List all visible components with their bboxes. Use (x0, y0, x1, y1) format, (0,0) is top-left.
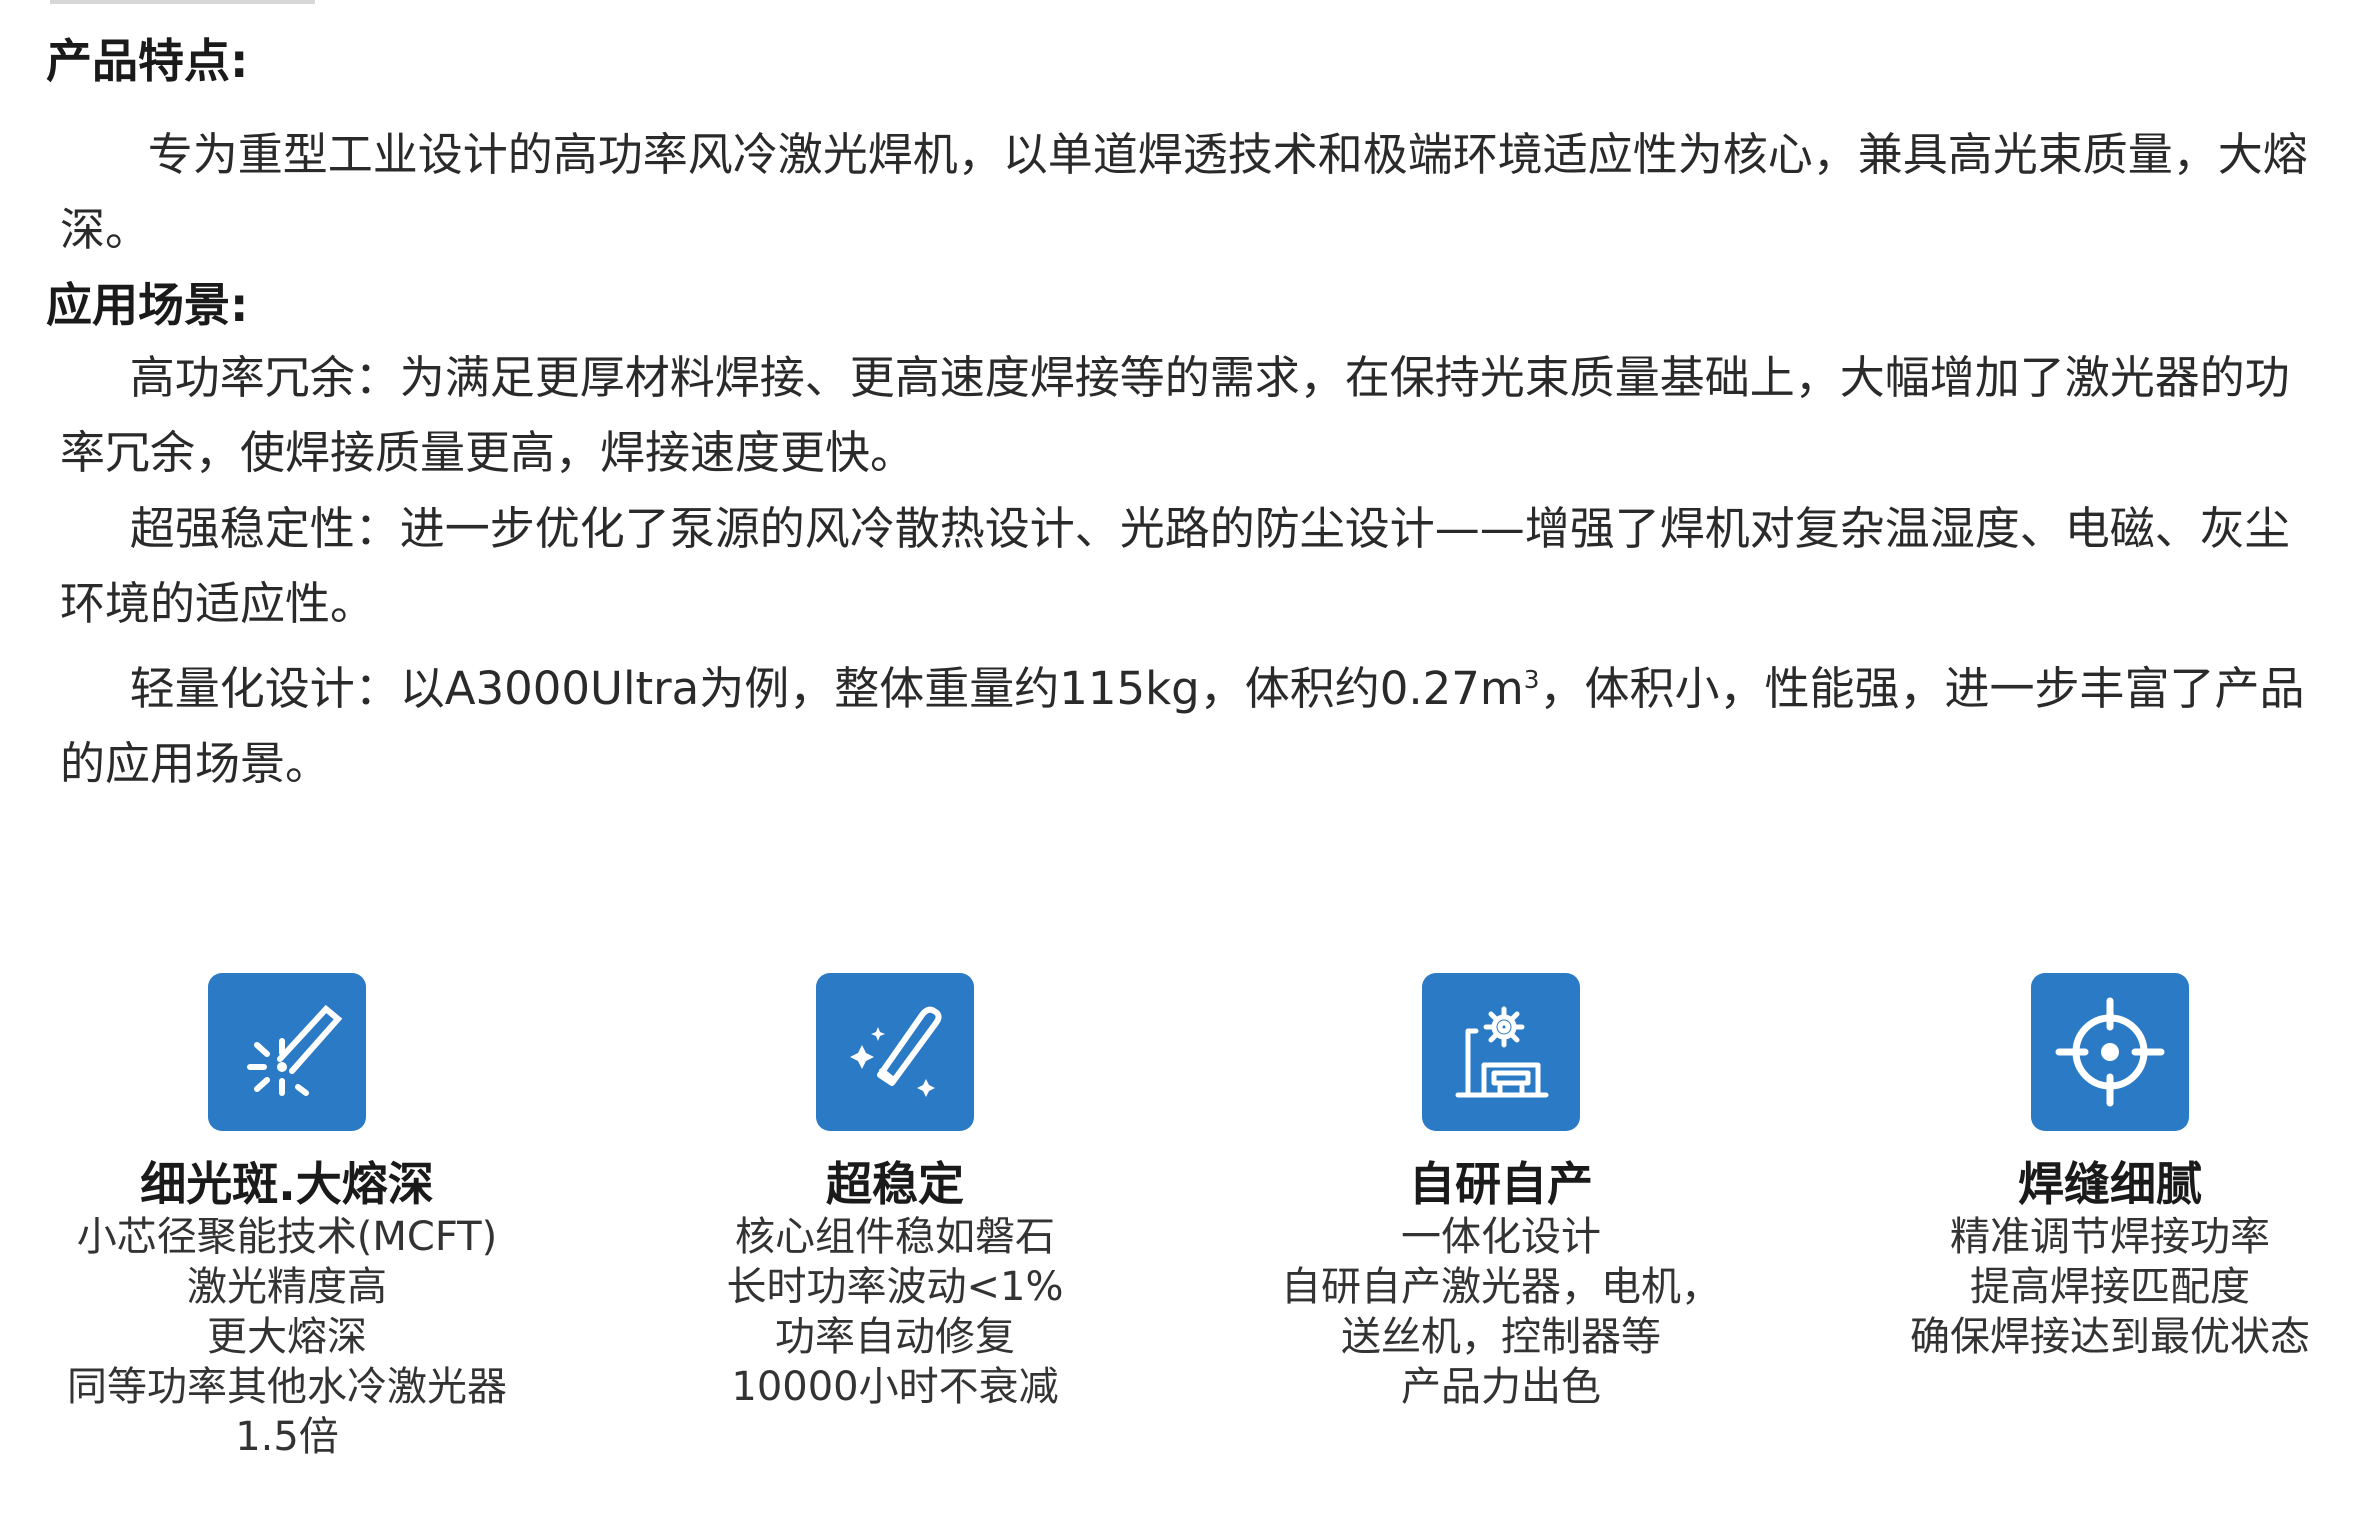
crosshair-target-icon (2031, 973, 2189, 1131)
scene-power-redundancy: 高功率冗余：为满足更厚材料焊接、更高速度焊接等的需求，在保持光束质量基础上，大幅… (60, 351, 2290, 479)
scene-lightweight-text: 轻量化设计：以A3000Ultra为例，整体重量约115kg，体积约0.27m (129, 662, 1524, 715)
card-line: 一体化设计 (1401, 1214, 1601, 1260)
features-heading: 产品特点: (46, 34, 249, 88)
card-line: 送丝机，控制器等 (1341, 1314, 1661, 1360)
card-title: 超稳定 (826, 1157, 964, 1211)
card-line: 精准调节焊接功率 (1950, 1214, 2270, 1260)
top-divider (50, 0, 315, 4)
card-line: 自研自产激光器，电机， (1281, 1264, 1721, 1310)
scene-lightweight: 轻量化设计：以A3000Ultra为例，整体重量约115kg，体积约0.27m3… (60, 642, 2320, 801)
feature-card-stable: 超稳定 核心组件稳如磐石 长时功率波动<1% 功率自动修复 10000小时不衰减 (605, 973, 1185, 1412)
card-line: 长时功率波动<1% (726, 1264, 1064, 1310)
card-title: 自研自产 (1409, 1157, 1593, 1211)
feature-card-self-developed: 自研自产 一体化设计 自研自产激光器，电机， 送丝机，控制器等 产品力出色 (1211, 973, 1791, 1412)
card-line: 同等功率其他水冷激光器 (67, 1364, 507, 1410)
scenes-heading: 应用场景: (46, 278, 249, 332)
card-line: 提高焊接匹配度 (1970, 1264, 2250, 1310)
feature-card-fine-spot: 细光斑.大熔深 小芯径聚能技术(MCFT) 激光精度高 更大熔深 同等功率其他水… (0, 973, 577, 1462)
scene-stability: 超强稳定性：进一步优化了泵源的风冷散热设计、光路的防尘设计——增强了焊机对复杂温… (60, 502, 2290, 630)
card-line: 更大熔深 (207, 1314, 367, 1360)
laser-spot-icon (208, 973, 366, 1131)
feature-card-fine-weld: 焊缝细腻 精准调节焊接功率 提高焊接匹配度 确保焊接达到最优状态 (1820, 973, 2374, 1362)
features-paragraph: 专为重型工业设计的高功率风冷激光焊机，以单道焊透技术和极端环境适应性为核心，兼具… (60, 128, 2308, 256)
card-line: 产品力出色 (1401, 1364, 1601, 1410)
card-line: 功率自动修复 (775, 1314, 1015, 1360)
card-title: 焊缝细腻 (2018, 1157, 2202, 1211)
volume-superscript: 3 (1523, 665, 1540, 694)
card-title: 细光斑.大熔深 (140, 1157, 434, 1211)
card-line: 10000小时不衰减 (731, 1364, 1059, 1410)
card-line: 激光精度高 (187, 1264, 387, 1310)
laser-wand-icon (816, 973, 974, 1131)
card-line: 小芯径聚能技术(MCFT) (76, 1214, 498, 1260)
card-line: 确保焊接达到最优状态 (1910, 1314, 2310, 1360)
card-line: 1.5倍 (235, 1414, 339, 1460)
card-line: 核心组件稳如磐石 (735, 1214, 1055, 1260)
factory-gear-icon (1422, 973, 1580, 1131)
